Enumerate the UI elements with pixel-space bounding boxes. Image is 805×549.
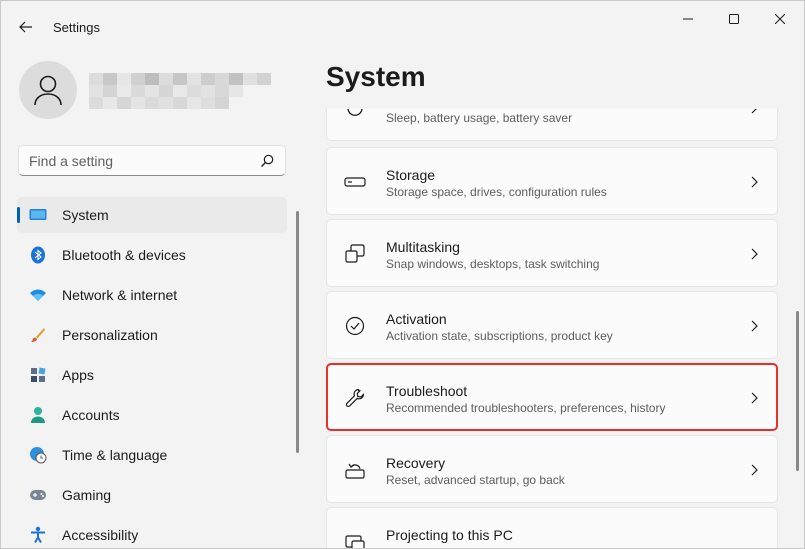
search-box[interactable]: [18, 145, 286, 176]
sidebar-item-bluetooth[interactable]: Bluetooth & devices: [17, 237, 287, 273]
sidebar-item-apps[interactable]: Apps: [17, 357, 287, 393]
card-activation[interactable]: Activation Activation state, subscriptio…: [326, 291, 778, 359]
sidebar-nav: System Bluetooth & devices Network & int…: [17, 197, 287, 548]
wrench-icon: [344, 388, 366, 408]
sidebar-item-system[interactable]: System: [17, 197, 287, 233]
card-description: Sleep, battery usage, battery saver: [386, 111, 573, 125]
avatar[interactable]: [19, 61, 77, 119]
card-description: Activation state, subscriptions, product…: [386, 329, 613, 343]
projecting-icon: [344, 532, 366, 548]
search-input[interactable]: [19, 152, 249, 169]
check-circle-icon: [344, 316, 366, 336]
chevron-right-icon: [751, 109, 757, 114]
maximize-button[interactable]: [711, 5, 757, 33]
sidebar-item-label: Gaming: [62, 487, 112, 503]
card-recovery[interactable]: Recovery Reset, advanced startup, go bac…: [326, 435, 778, 503]
page-title: System: [326, 61, 426, 92]
gamepad-icon: [29, 486, 47, 504]
sidebar-item-personalization[interactable]: Personalization: [17, 317, 287, 353]
sidebar-scrollbar[interactable]: [296, 211, 299, 453]
chevron-right-icon: [751, 176, 758, 188]
apps-icon: [29, 366, 47, 384]
chevron-right-icon: [751, 464, 758, 476]
sidebar-item-time-language[interactable]: Time & language: [17, 437, 287, 473]
back-arrow-icon: [19, 21, 32, 33]
chevron-right-icon: [751, 392, 758, 404]
card-title: Troubleshoot: [386, 383, 468, 399]
sidebar-item-label: Accessibility: [62, 527, 139, 543]
recovery-icon: [344, 460, 366, 480]
chevron-right-icon: [751, 248, 758, 260]
bluetooth-icon: [29, 246, 47, 264]
minimize-button[interactable]: [665, 5, 711, 33]
person-icon: [34, 75, 62, 106]
sidebar-item-label: Bluetooth & devices: [62, 247, 186, 263]
main-scrollbar[interactable]: [796, 311, 799, 471]
settings-list: Sleep, battery usage, battery saver Stor…: [325, 109, 780, 548]
card-storage[interactable]: Storage Storage space, drives, configura…: [326, 147, 778, 215]
accessibility-icon: [29, 526, 47, 544]
card-troubleshoot[interactable]: Troubleshoot Recommended troubleshooters…: [326, 363, 778, 431]
card-title: Activation: [386, 311, 447, 327]
sidebar-item-accounts[interactable]: Accounts: [17, 397, 287, 433]
storage-icon: [344, 172, 366, 192]
globe-clock-icon: [29, 446, 47, 464]
sidebar-item-label: System: [62, 207, 109, 223]
sidebar-item-label: Apps: [62, 367, 94, 383]
back-button[interactable]: [11, 13, 41, 41]
card-description: Reset, advanced startup, go back: [386, 473, 565, 487]
card-title: Storage: [386, 167, 436, 183]
close-button[interactable]: [757, 5, 803, 33]
card-title: Recovery: [386, 455, 446, 471]
wifi-icon: [29, 286, 47, 304]
sidebar-item-label: Personalization: [62, 327, 158, 343]
maximize-icon: [729, 14, 739, 24]
title-bar: Settings: [1, 1, 804, 53]
chevron-right-icon: [751, 320, 758, 332]
minimize-icon: [683, 18, 693, 20]
person-icon: [29, 406, 47, 424]
sidebar-item-label: Time & language: [62, 447, 168, 463]
sidebar-item-gaming[interactable]: Gaming: [17, 477, 287, 513]
sidebar-item-network[interactable]: Network & internet: [17, 277, 287, 313]
card-title: Projecting to this PC: [386, 527, 513, 543]
card-projecting[interactable]: Projecting to this PC: [326, 507, 778, 548]
profile-info-redacted: [89, 73, 271, 109]
card-title: Multitasking: [386, 239, 460, 255]
card-description: Recommended troubleshooters, preferences…: [386, 401, 666, 415]
sidebar-item-accessibility[interactable]: Accessibility: [17, 517, 287, 548]
card-power-battery[interactable]: Sleep, battery usage, battery saver: [326, 109, 778, 141]
settings-window: Settings Find a setting System Bluetooth…: [0, 0, 805, 549]
sidebar-item-label: Accounts: [62, 407, 120, 423]
card-description: Storage space, drives, configuration rul…: [386, 185, 607, 199]
sidebar-item-label: Network & internet: [62, 287, 178, 303]
close-icon: [775, 14, 785, 24]
multitasking-icon: [344, 244, 366, 264]
monitor-icon: [29, 206, 47, 224]
app-title: Settings: [53, 20, 100, 35]
search-icon[interactable]: [259, 153, 275, 169]
card-multitasking[interactable]: Multitasking Snap windows, desktops, tas…: [326, 219, 778, 287]
brush-icon: [29, 326, 47, 344]
card-description: Snap windows, desktops, task switching: [386, 257, 600, 271]
power-icon: [344, 109, 366, 118]
